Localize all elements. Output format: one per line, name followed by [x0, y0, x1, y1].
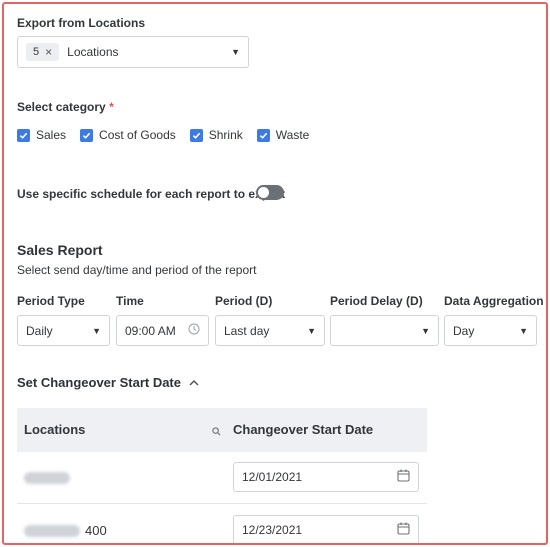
table-row-location: 400: [24, 523, 107, 538]
chevron-down-icon: ▼: [307, 325, 316, 336]
chevron-down-icon: ▼: [519, 325, 528, 336]
changeover-date-input[interactable]: 12/01/2021: [233, 462, 419, 492]
table-row-location: [24, 471, 70, 489]
specific-schedule-label: Use specific schedule for each report to…: [17, 187, 286, 201]
checkbox-waste[interactable]: [256, 128, 270, 142]
period-delay-label: Period Delay (D): [330, 294, 423, 308]
time-value: 09:00 AM: [125, 323, 176, 338]
export-settings-panel: Export from Locations 5 × Locations ▼ Se…: [2, 2, 548, 545]
period-type-value: Daily: [26, 323, 53, 338]
chevron-up-icon[interactable]: [189, 379, 199, 386]
period-type-label: Period Type: [17, 294, 85, 308]
column-header-locations: Locations: [24, 422, 86, 437]
select-category-text: Select category: [17, 100, 106, 114]
checkbox-shrink[interactable]: [189, 128, 203, 142]
required-mark: *: [109, 100, 114, 114]
period-type-select[interactable]: Daily ▼: [17, 315, 110, 346]
chevron-down-icon: ▼: [421, 325, 430, 336]
chip-remove-icon[interactable]: ×: [45, 45, 52, 59]
date-value: 12/23/2021: [242, 523, 303, 537]
specific-schedule-toggle[interactable]: [256, 185, 284, 200]
period-label: Period (D): [215, 294, 273, 308]
data-aggregation-label: Data Aggregation: [444, 294, 544, 308]
row-divider: [17, 503, 427, 504]
changeover-section-header[interactable]: Set Changeover Start Date: [17, 375, 199, 390]
sales-report-title: Sales Report: [17, 242, 103, 258]
changeover-date-input[interactable]: 12/23/2021: [233, 515, 419, 543]
selected-count-chip[interactable]: 5 ×: [26, 43, 60, 61]
checkbox-sales[interactable]: [17, 128, 30, 142]
category-label-shrink: Shrink: [208, 128, 243, 142]
calendar-icon[interactable]: [397, 469, 410, 485]
period-delay-select[interactable]: ▼: [330, 315, 439, 346]
chevron-down-icon[interactable]: ▼: [231, 47, 240, 57]
toggle-knob: [258, 187, 269, 198]
checkbox-cost-of-goods[interactable]: [80, 128, 94, 142]
time-input[interactable]: 09:00 AM: [116, 315, 209, 346]
period-select[interactable]: Last day ▼: [215, 315, 325, 346]
redacted-location-name: [24, 524, 80, 537]
export-from-locations-label: Export from Locations: [17, 16, 146, 30]
select-category-label: Select category *: [17, 100, 114, 114]
data-aggregation-select[interactable]: Day ▼: [444, 315, 537, 346]
chevron-down-icon: ▼: [92, 325, 101, 336]
location-suffix: 400: [85, 523, 107, 538]
clock-icon[interactable]: [188, 323, 200, 338]
redacted-location-name: [24, 472, 70, 484]
chip-count: 5: [33, 46, 40, 58]
date-value: 12/01/2021: [242, 470, 303, 484]
calendar-icon[interactable]: [397, 522, 410, 538]
category-label-waste: Waste: [275, 128, 310, 142]
sales-report-subtitle: Select send day/time and period of the r…: [17, 263, 257, 277]
column-header-start-date: Changeover Start Date: [233, 422, 374, 437]
time-label: Time: [116, 294, 144, 308]
data-aggregation-value: Day: [453, 323, 475, 338]
locations-multiselect[interactable]: 5 × Locations ▼: [17, 36, 249, 68]
category-label-cost-of-goods: Cost of Goods: [99, 128, 176, 142]
changeover-title: Set Changeover Start Date: [17, 375, 181, 390]
locations-select-value: Locations: [67, 45, 119, 59]
period-value: Last day: [224, 323, 270, 338]
category-checkbox-group: Sales Cost of Goods Shrink Waste: [17, 128, 323, 142]
search-icon[interactable]: [212, 423, 221, 441]
category-label-sales: Sales: [36, 128, 67, 142]
